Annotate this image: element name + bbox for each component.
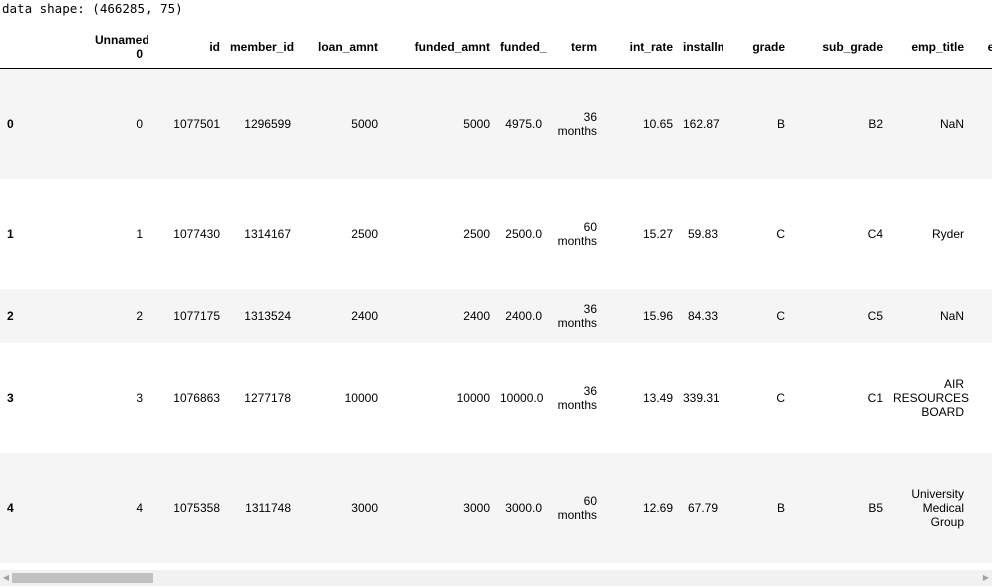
column-header: Unnamed: 0 (90, 26, 148, 69)
table-cell: 1 (136, 226, 143, 241)
table-cell: 15.27 (642, 226, 673, 241)
table-cell: 1075358 (173, 500, 220, 515)
table-cell: 1 year (969, 453, 992, 563)
table-cell: 13.49 (642, 390, 673, 405)
table-cell: 59.83 (687, 226, 718, 241)
table-cell: < 1 year (969, 179, 992, 289)
scrollbar-thumb[interactable] (12, 573, 153, 583)
table-cell: 84.33 (687, 308, 718, 323)
table-cell: 4 (136, 500, 143, 515)
row-index: 0 (7, 116, 14, 131)
dataframe-viewport: Unnamed: 0 id member_id loan_amnt funded_amn… (0, 26, 992, 568)
row-index: 4 (7, 500, 14, 515)
dataframe-table: Unnamed: 0 id member_id loan_amnt funded_amn… (0, 26, 992, 563)
triangle-left-icon[interactable]: ◀ (0, 570, 12, 586)
table-cell: 15.96 (642, 308, 673, 323)
table-cell: 339.31 (683, 390, 720, 405)
table-cell: C5 (867, 308, 883, 323)
column-header: sub_grade (790, 26, 888, 69)
table-cell: 0 (136, 116, 143, 131)
table-cell: 5000 (351, 116, 378, 131)
table-cell: 10000 (456, 390, 490, 405)
column-header: grade (723, 26, 790, 69)
column-header: id (148, 26, 225, 69)
table-row: 3 3 1076863 1277178 10000 10000 10000.0 36 mont… (0, 343, 992, 453)
column-header: emp_length (969, 26, 992, 69)
table-cell: 10+ years (969, 343, 992, 453)
table-cell: 2 (136, 308, 143, 323)
table-cell: NaN (939, 116, 964, 131)
table-cell: 2500 (463, 226, 490, 241)
table-cell: B (776, 116, 785, 131)
column-header: installment (678, 26, 723, 69)
table-cell: C (776, 308, 785, 323)
table-cell: C1 (867, 390, 883, 405)
table-cell: 36 months (557, 301, 597, 330)
table-cell: 1077430 (173, 226, 220, 241)
table-cell: B (776, 500, 785, 515)
table-cell: 36 months (557, 109, 597, 138)
table-cell: 2400 (463, 308, 490, 323)
table-row: 2 2 1077175 1313524 2400 2400 2400.0 36 months 1… (0, 288, 992, 343)
row-index: 3 (7, 390, 14, 405)
table-cell: NaN (939, 308, 964, 323)
table-cell: 1077501 (173, 116, 220, 131)
table-cell: C (776, 226, 785, 241)
table-cell: 2400 (351, 308, 378, 323)
index-header (0, 26, 90, 69)
table-cell: 3000.0 (505, 500, 542, 515)
table-cell: 10+ years (969, 289, 992, 343)
column-header: funded_amnt (383, 26, 495, 69)
triangle-right-icon[interactable]: ▶ (980, 570, 992, 586)
table-header-row: Unnamed: 0 id member_id loan_amnt funded_amn… (0, 26, 992, 69)
table-cell: 2500 (351, 226, 378, 241)
table-cell: 36 months (557, 383, 597, 412)
table-row: 4 4 1075358 1311748 3000 3000 3000.0 60 months 1… (0, 452, 992, 563)
table-cell: B2 (868, 116, 883, 131)
table-cell: C (776, 390, 785, 405)
table-cell: 1314167 (244, 226, 291, 241)
table-cell: C4 (867, 226, 883, 241)
table-cell: 1313524 (244, 308, 291, 323)
table-cell: 10+ years (969, 69, 992, 179)
table-cell: 60 months (557, 219, 597, 248)
table-cell: 1277178 (244, 390, 291, 405)
column-header: int_rate (602, 26, 678, 69)
table-cell: 10000.0 (500, 390, 544, 405)
table-cell: Ryder (931, 226, 964, 241)
table-body: 0 0 1077501 1296599 5000 5000 4975.0 36 months 1… (0, 68, 992, 563)
table-cell: 3 (136, 390, 143, 405)
table-cell: 5000 (463, 116, 490, 131)
table-cell: 1077175 (173, 308, 220, 323)
table-cell: AIR RESOURCES BOARD (893, 376, 969, 419)
table-cell: 3000 (463, 500, 490, 515)
table-cell: 1311748 (245, 500, 291, 515)
table-row: 0 0 1077501 1296599 5000 5000 4975.0 36 months 1… (0, 68, 992, 179)
table-cell: 67.79 (687, 500, 718, 515)
table-cell: 1296599 (244, 116, 291, 131)
table-cell: 2400.0 (505, 308, 542, 323)
table-cell: 1076863 (173, 390, 220, 405)
column-header: member_id (225, 26, 296, 69)
column-header: emp_title (888, 26, 969, 69)
table-cell: 10.65 (642, 116, 673, 131)
horizontal-scrollbar[interactable]: ◀ ▶ (0, 570, 992, 586)
table-cell: 3000 (351, 500, 378, 515)
table-row: 1 1 1077430 1314167 2500 2500 2500.0 60 months 1… (0, 179, 992, 289)
column-header: term (547, 26, 602, 69)
table-cell: University Medical Group (911, 486, 964, 529)
table-cell: 60 months (557, 493, 597, 522)
table-cell: 2500.0 (505, 226, 542, 241)
column-header: funded_amnt_inv (495, 26, 547, 69)
column-header: loan_amnt (296, 26, 383, 69)
table-cell: 4975.0 (505, 116, 542, 131)
table-cell: B5 (868, 500, 883, 515)
row-index: 2 (7, 308, 14, 323)
table-cell: 10000 (344, 390, 378, 405)
table-cell: 12.69 (642, 500, 673, 515)
data-shape-output: data shape: (466285, 75) (2, 1, 183, 16)
row-index: 1 (7, 226, 14, 241)
table-cell: 162.87 (683, 116, 720, 131)
